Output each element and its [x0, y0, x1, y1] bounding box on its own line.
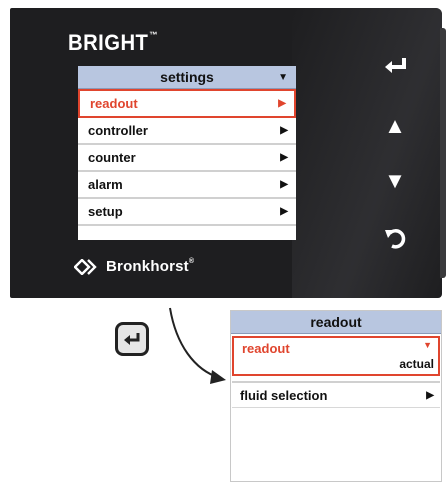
enter-icon	[385, 58, 406, 73]
chevron-right-icon: ▶	[280, 125, 288, 136]
back-icon	[385, 229, 406, 249]
back-button[interactable]	[380, 226, 410, 256]
readout-selector-value: actual	[399, 357, 434, 371]
menu-item-label: setup	[88, 204, 123, 219]
bronkhorst-logo: Bronkhorst®	[74, 258, 194, 275]
chevron-right-icon: ▶	[280, 152, 288, 163]
manufacturer-name: Bronkhorst®	[106, 258, 195, 275]
chevron-right-icon: ▶	[426, 389, 434, 401]
menu-item-label: alarm	[88, 177, 123, 192]
brand-title: BRIGHT™	[68, 30, 159, 55]
readout-panel: readout readout ▼ actual fluid selection…	[230, 310, 442, 482]
curved-arrow-icon	[169, 307, 226, 384]
down-button[interactable]: ▼	[380, 168, 410, 194]
menu-item-alarm[interactable]: alarm ▶	[78, 172, 296, 199]
down-triangle-icon: ▼	[384, 168, 406, 193]
chevron-down-icon: ▼	[278, 72, 288, 83]
bronkhorst-logo-icon	[74, 258, 97, 275]
menu-item-label: counter	[88, 150, 136, 165]
menu-item-setup[interactable]: setup ▶	[78, 199, 296, 226]
chevron-right-icon: ▶	[280, 206, 288, 217]
menu-item-label: controller	[88, 123, 148, 138]
chevron-right-icon: ▶	[278, 98, 286, 109]
menu-item-fluid-selection[interactable]: fluid selection ▶	[232, 383, 440, 408]
enter-button[interactable]	[380, 54, 410, 82]
menu-item-label: fluid selection	[240, 387, 328, 403]
readout-selector-label: readout	[242, 341, 290, 356]
settings-title: settings	[160, 69, 214, 85]
menu-item-label: readout	[90, 96, 138, 111]
up-triangle-icon: ▲	[384, 113, 406, 138]
chevron-right-icon: ▶	[280, 179, 288, 190]
panel-title: readout	[310, 314, 362, 330]
up-button[interactable]: ▲	[380, 113, 410, 139]
menu-item-counter[interactable]: counter ▶	[78, 145, 296, 172]
readout-selector[interactable]: readout ▼ actual	[232, 336, 440, 376]
chevron-down-icon: ▼	[423, 340, 432, 350]
menu-item-readout[interactable]: readout ▶	[78, 89, 296, 118]
readout-header: readout	[231, 311, 441, 334]
display-screen: settings ▼ readout ▶ controller ▶ counte…	[78, 66, 296, 240]
divider	[232, 376, 440, 383]
device-edge	[440, 28, 446, 278]
menu-item-controller[interactable]: controller ▶	[78, 118, 296, 145]
enter-key-illustration	[115, 322, 149, 356]
enter-icon	[124, 333, 140, 345]
device-sheen	[292, 8, 442, 298]
settings-header: settings ▼	[78, 66, 296, 89]
